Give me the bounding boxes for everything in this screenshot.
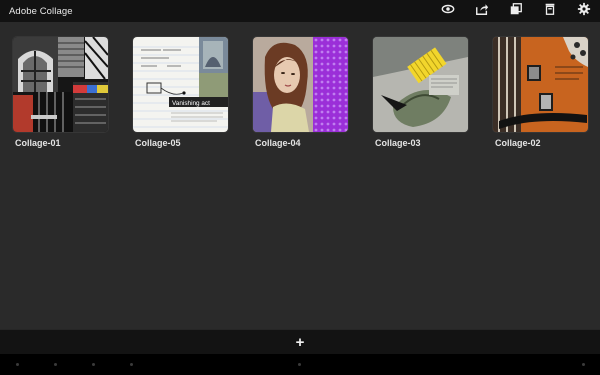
nav-dot bbox=[54, 363, 57, 366]
collage-name: Collage-01 bbox=[15, 138, 61, 148]
system-nav-bar bbox=[0, 354, 600, 375]
view-icon bbox=[441, 2, 455, 21]
collage-05-image: Vanishing act bbox=[133, 37, 228, 132]
collage-tile[interactable]: Collage-03 bbox=[373, 37, 468, 148]
collage-caption: Vanishing act bbox=[172, 100, 210, 107]
delete-icon bbox=[543, 2, 557, 21]
collage-tile[interactable]: Collage-02 bbox=[493, 37, 588, 148]
collage-tile[interactable]: Collage-01 bbox=[13, 37, 108, 148]
delete-button[interactable] bbox=[542, 3, 558, 19]
collage-name: Collage-03 bbox=[375, 138, 421, 148]
collage-thumbnail[interactable]: Vanishing act bbox=[133, 37, 228, 132]
title-bar: Adobe Collage bbox=[0, 0, 600, 23]
collage-04-image bbox=[253, 37, 348, 132]
collage-name: Collage-05 bbox=[135, 138, 181, 148]
bottom-action-bar: + bbox=[0, 329, 600, 354]
settings-button[interactable] bbox=[576, 2, 592, 21]
nav-dot bbox=[130, 363, 133, 366]
collage-thumbnail[interactable] bbox=[13, 37, 108, 132]
collage-thumbnail[interactable] bbox=[253, 37, 348, 132]
collage-03-image bbox=[373, 37, 468, 132]
settings-icon bbox=[577, 2, 591, 21]
collage-thumbnail[interactable] bbox=[373, 37, 468, 132]
share-button[interactable] bbox=[474, 3, 490, 19]
collage-name: Collage-02 bbox=[495, 138, 541, 148]
view-button[interactable] bbox=[440, 3, 456, 19]
collage-tile[interactable]: Collage-04 bbox=[253, 37, 348, 148]
collage-tile[interactable]: Vanishing act Collage-05 bbox=[133, 37, 228, 148]
nav-dot bbox=[298, 363, 301, 366]
collage-gallery: Collage-01 Vanishing act Collage-05 Coll… bbox=[13, 37, 588, 148]
collage-gallery-area: Collage-01 Vanishing act Collage-05 Coll… bbox=[0, 23, 600, 329]
duplicate-icon bbox=[509, 2, 523, 21]
toolbar bbox=[440, 0, 592, 22]
collage-02-image bbox=[493, 37, 588, 132]
collage-thumbnail[interactable] bbox=[493, 37, 588, 132]
nav-dot bbox=[92, 363, 95, 366]
nav-dot bbox=[582, 363, 585, 366]
add-collage-button[interactable]: + bbox=[290, 332, 310, 352]
app-title: Adobe Collage bbox=[9, 5, 73, 17]
collage-01-image bbox=[13, 37, 108, 132]
duplicate-button[interactable] bbox=[508, 2, 524, 21]
nav-dot bbox=[16, 363, 19, 366]
share-icon bbox=[475, 2, 489, 21]
collage-name: Collage-04 bbox=[255, 138, 301, 148]
